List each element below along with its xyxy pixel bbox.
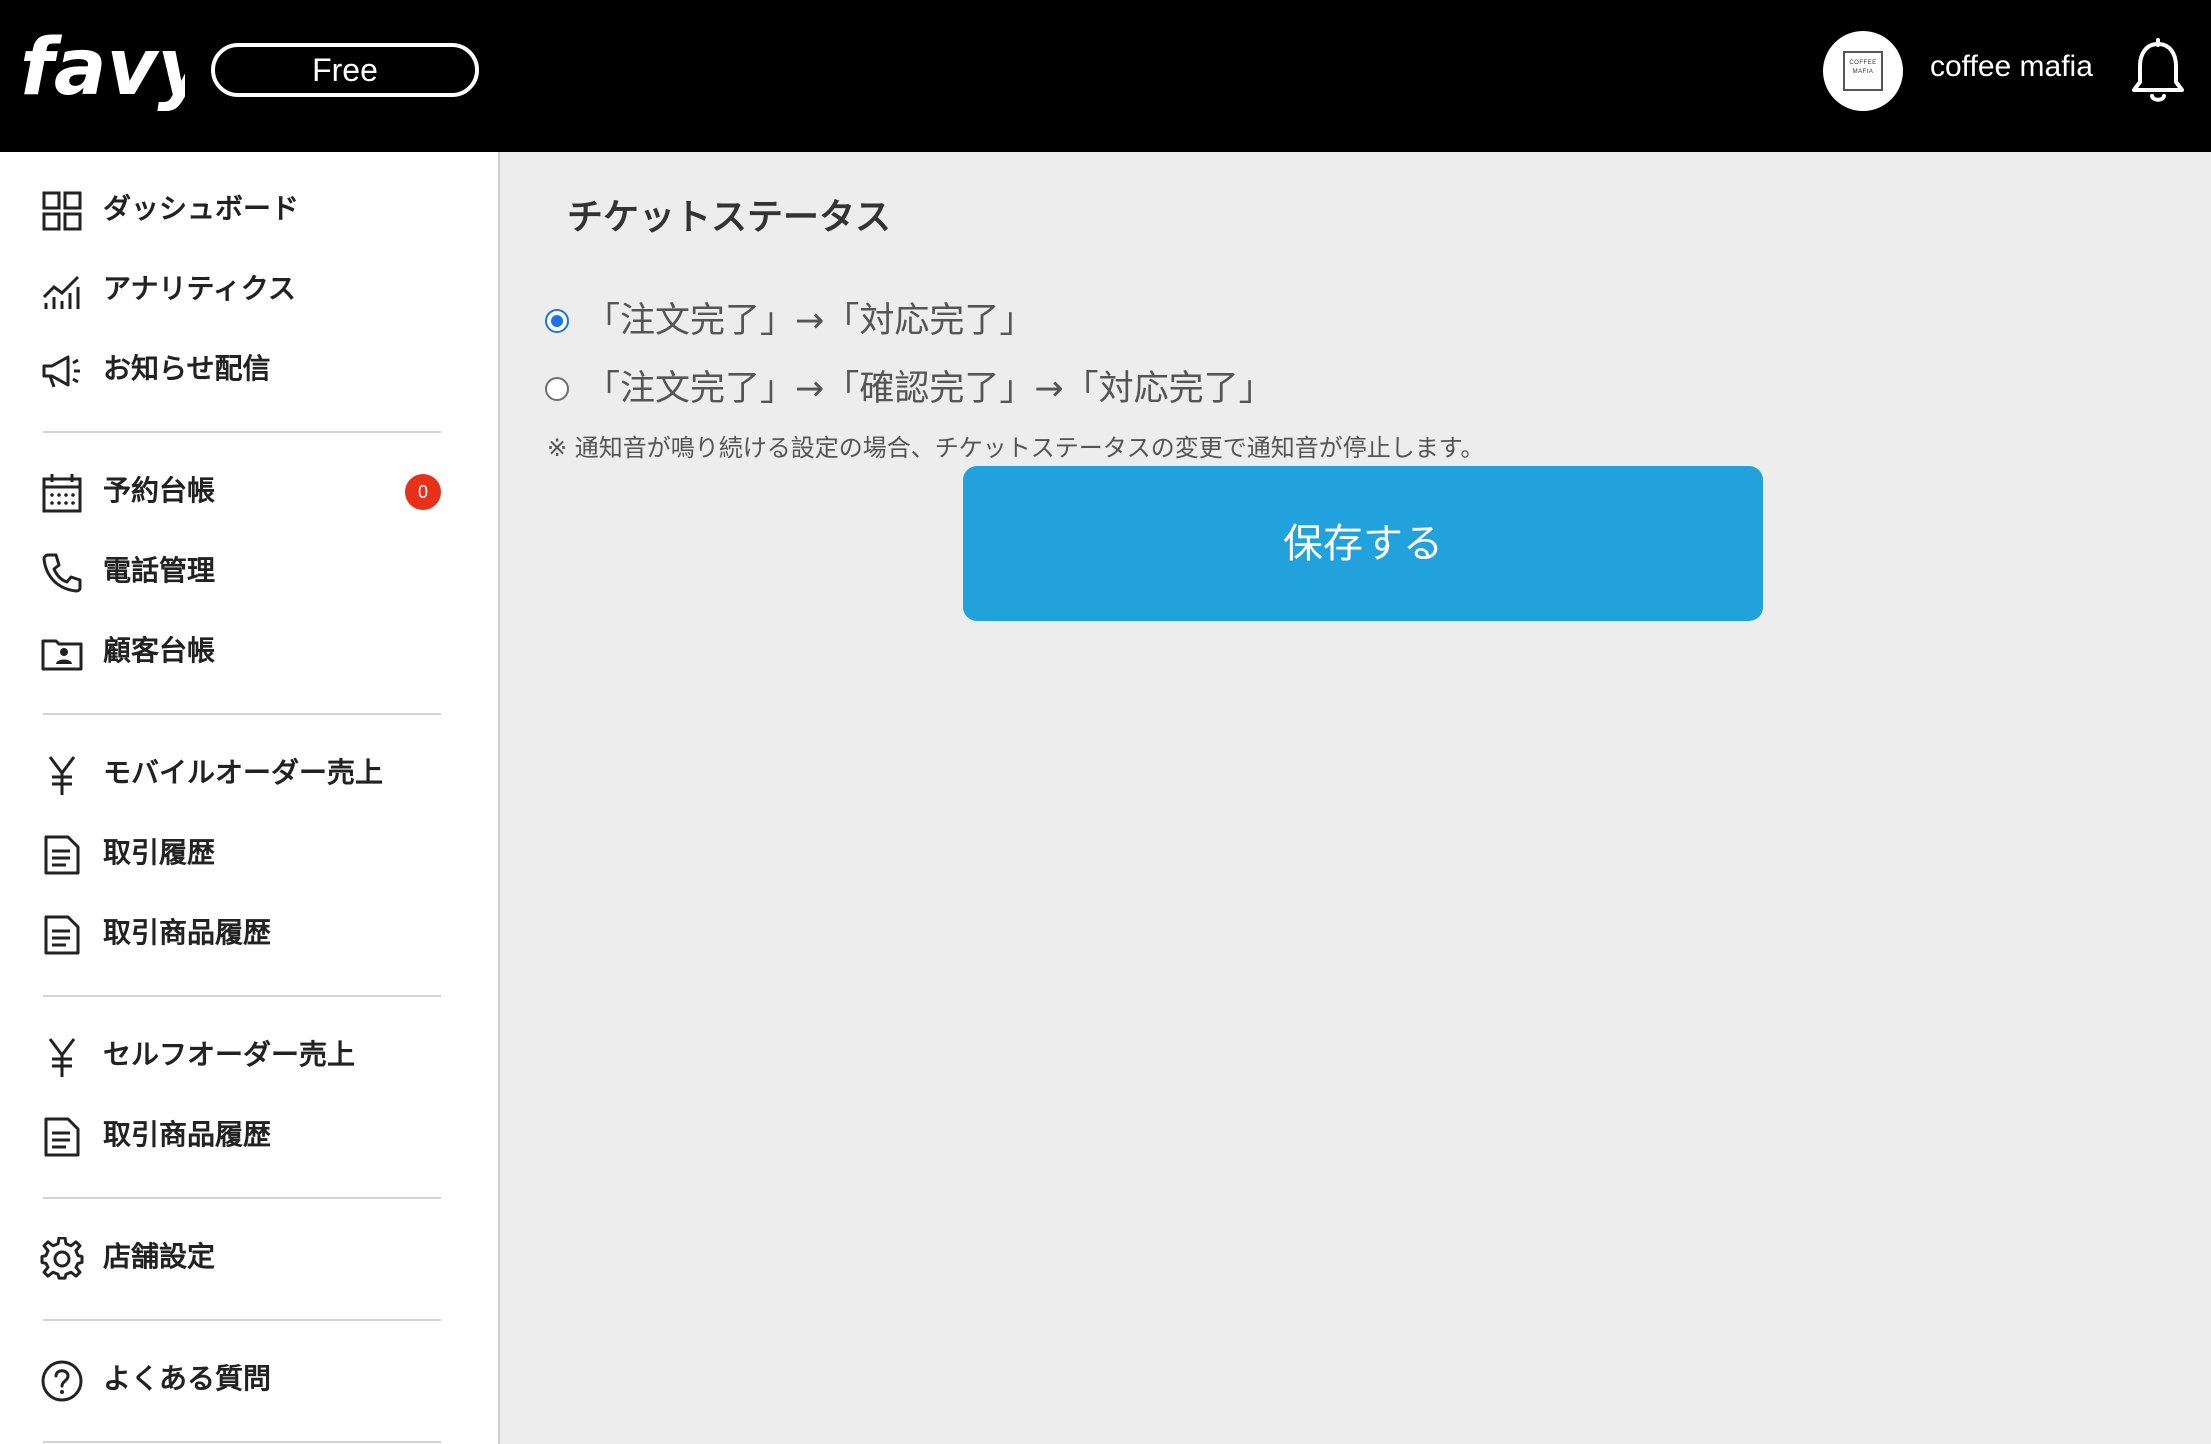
- plan-badge[interactable]: Free: [211, 43, 479, 97]
- analytics-icon: [42, 275, 80, 309]
- sidebar-divider: [43, 1197, 441, 1199]
- sidebar-item-label: モバイルオーダー売上: [103, 756, 384, 789]
- sidebar-divider: [43, 1441, 441, 1443]
- sidebar-item-label: セルフオーダー売上: [103, 1038, 356, 1071]
- radio-label[interactable]: 「注文完了」→「対応完了」: [585, 296, 1034, 346]
- sidebar-item-announcements[interactable]: お知らせ配信: [0, 339, 500, 399]
- shop-name[interactable]: coffee mafia: [1930, 50, 2093, 84]
- yen-icon: [48, 1038, 76, 1077]
- sidebar-divider: [43, 1319, 441, 1321]
- sidebar-item-transaction-product-history[interactable]: 取引商品履歴: [0, 903, 500, 963]
- megaphone-icon: [42, 355, 80, 388]
- calendar-icon: [42, 474, 82, 513]
- sidebar-item-label: 取引履歴: [103, 836, 216, 869]
- sidebar-item-mobile-order-sales[interactable]: モバイルオーダー売上: [0, 743, 500, 803]
- sidebar-item-faq[interactable]: よくある質問: [0, 1349, 500, 1409]
- sidebar-item-reservations[interactable]: 予約台帳 0: [0, 461, 500, 521]
- page-title: チケットステータス: [567, 197, 892, 238]
- radio-button[interactable]: [545, 309, 569, 333]
- sidebar-divider: [43, 713, 441, 715]
- document-icon: [44, 1117, 80, 1157]
- top-header: favy Free COFFEE MAFIA coffee mafia: [0, 0, 2211, 152]
- sidebar-item-self-order-product-history[interactable]: 取引商品履歴: [0, 1105, 500, 1165]
- sidebar-item-phone[interactable]: 電話管理: [0, 541, 500, 601]
- notification-note: ※ 通知音が鳴り続ける設定の場合、チケットステータスの変更で通知音が停止します。: [547, 434, 1485, 462]
- sidebar-item-label: アナリティクス: [103, 272, 296, 305]
- sidebar-item-label: ダッシュボード: [103, 192, 300, 225]
- sidebar-item-label: お知らせ配信: [103, 352, 271, 385]
- phone-icon: [42, 553, 82, 593]
- favy-logo[interactable]: favy: [20, 22, 185, 122]
- sidebar: ダッシュボード アナリティクス お知らせ配信 予約台帳 0 電話管理 顧客台帳 …: [0, 152, 500, 1444]
- grid-icon: [42, 191, 82, 231]
- sidebar-divider: [43, 431, 441, 433]
- document-icon: [44, 915, 80, 955]
- radio-label[interactable]: 「注文完了」→「確認完了」→「対応完了」: [585, 364, 1274, 414]
- gear-icon: [40, 1237, 84, 1280]
- sidebar-item-label: 取引商品履歴: [103, 916, 272, 949]
- question-icon: [41, 1360, 83, 1402]
- sidebar-item-store-settings[interactable]: 店舗設定: [0, 1227, 500, 1287]
- logo-text: favy: [20, 23, 185, 113]
- reservation-count-badge: 0: [405, 474, 441, 510]
- sidebar-item-dashboard[interactable]: ダッシュボード: [0, 179, 500, 239]
- avatar[interactable]: COFFEE MAFIA: [1823, 31, 1903, 111]
- radio-button[interactable]: [545, 377, 569, 401]
- sidebar-item-label: 電話管理: [103, 554, 216, 587]
- sidebar-item-transaction-history[interactable]: 取引履歴: [0, 823, 500, 883]
- sidebar-item-analytics[interactable]: アナリティクス: [0, 259, 500, 319]
- contact-folder-icon: [41, 639, 83, 671]
- avatar-logo: COFFEE MAFIA: [1843, 51, 1883, 91]
- sidebar-divider: [43, 995, 441, 997]
- sidebar-item-label: 店舗設定: [103, 1240, 216, 1273]
- document-icon: [44, 835, 80, 875]
- bell-icon[interactable]: [2128, 38, 2188, 106]
- yen-icon: [48, 756, 76, 795]
- sidebar-item-self-order-sales[interactable]: セルフオーダー売上: [0, 1025, 500, 1085]
- save-button[interactable]: 保存する: [963, 466, 1763, 621]
- sidebar-item-label: 取引商品履歴: [103, 1118, 272, 1151]
- sidebar-item-label: よくある質問: [103, 1362, 272, 1395]
- sidebar-item-label: 顧客台帳: [103, 634, 216, 667]
- sidebar-item-customers[interactable]: 顧客台帳: [0, 621, 500, 681]
- sidebar-item-label: 予約台帳: [103, 474, 216, 507]
